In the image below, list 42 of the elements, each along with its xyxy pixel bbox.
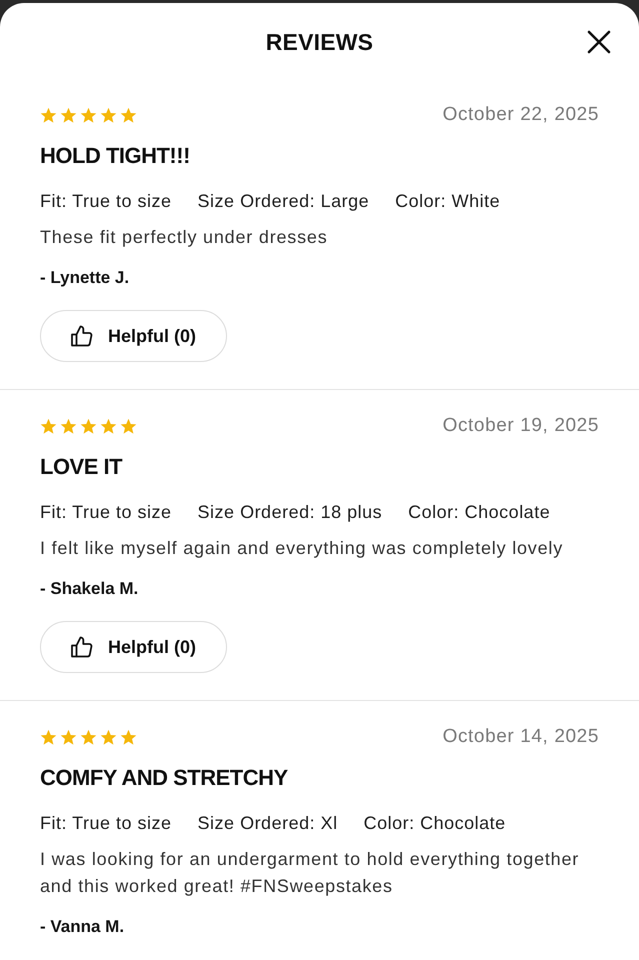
review-title: LOVE IT (40, 454, 124, 480)
review-date: October 14, 2025 (442, 725, 599, 749)
helpful-button[interactable]: Helpful (0) (40, 310, 227, 362)
star-icon (40, 418, 57, 434)
review-attribute: Size Ordered: Xl (198, 812, 338, 835)
star-icon (40, 106, 57, 124)
review-attribute: Fit: True to size (40, 190, 172, 213)
review-attribute: Color: Chocolate (408, 501, 550, 524)
review-date: October 22, 2025 (442, 103, 599, 127)
star-icon (60, 418, 77, 434)
review-attribute: Size Ordered: 18 plus (198, 501, 382, 524)
helpful-button[interactable]: Helpful (0) (40, 621, 227, 673)
modal-title: REVIEWS (266, 29, 374, 55)
close-icon[interactable] (587, 30, 611, 54)
star-icon (80, 106, 97, 124)
star-icon (120, 418, 137, 434)
star-icon (80, 418, 97, 434)
reviewer-name: - Shakela M. (40, 578, 140, 600)
review-title: HOLD TIGHT!!! (40, 143, 191, 169)
star-icon (100, 106, 117, 124)
thumbs-up-icon (70, 324, 94, 348)
review-attribute: Color: Chocolate (364, 812, 506, 835)
star-icon (40, 728, 57, 746)
thumbs-up-icon (70, 635, 94, 659)
star-icon (120, 106, 137, 124)
review-date: October 19, 2025 (442, 414, 599, 438)
reviewer-name: - Lynette J. (40, 267, 130, 289)
star-icon (80, 728, 97, 746)
star-icon (120, 728, 137, 746)
review-attribute: Fit: True to size (40, 501, 172, 524)
review-text: I was looking for an undergarment to hold everything together and this worked great! #FNSweepstakes (40, 848, 580, 898)
review-attribute: Fit: True to size (40, 812, 172, 835)
star-icon (100, 418, 117, 434)
star-icon (60, 106, 77, 124)
review-text: I felt like myself again and everything was completely lovely (40, 537, 564, 560)
review-attribute: Color: White (395, 190, 500, 213)
review-text: These fit perfectly under dresses (40, 226, 329, 249)
review-title: COMFY AND STRETCHY (40, 765, 289, 791)
review-attribute: Size Ordered: Large (198, 190, 370, 213)
star-icon (60, 728, 77, 746)
reviewer-name: - Vanna M. (40, 916, 126, 938)
star-icon (100, 728, 117, 746)
